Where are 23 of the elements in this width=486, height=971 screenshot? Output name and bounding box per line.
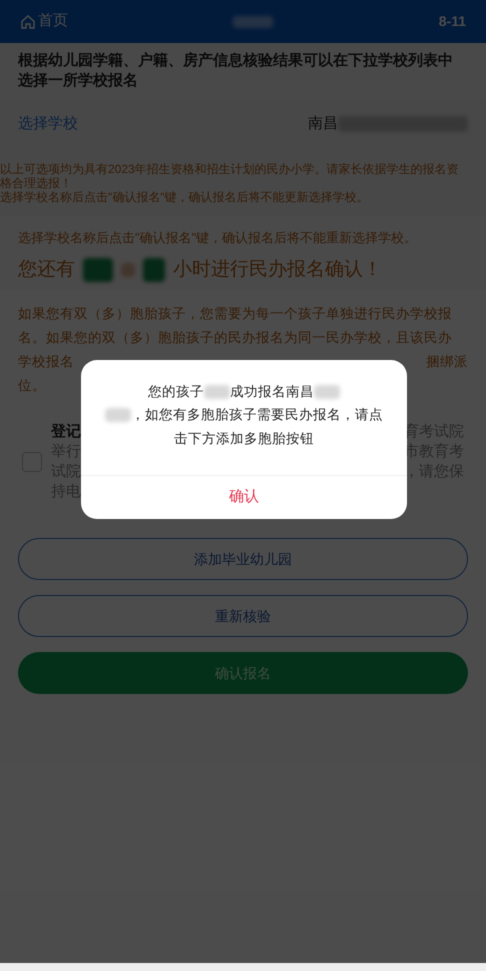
confirm-button[interactable]: 确认 [213, 482, 275, 512]
dialog-message: ，如您有多胞胎孩子需要民办报名，请点 [131, 406, 383, 424]
agreement-text: 登记 [51, 422, 81, 442]
redaction-blur [314, 385, 340, 400]
twins-notice-text: 如果您有双（多）胞胎孩子，您需要为每一个孩子单独进行民办学校报 [18, 304, 452, 323]
redaction-blur [204, 385, 230, 400]
dialog-message: 击下方添加多胞胎按钮 [174, 430, 314, 448]
countdown-text: 您还有 [18, 258, 75, 282]
intro-text: 根据幼儿园学籍、户籍、房产信息核验结果可以在下拉学校列表中选择一所学校报名 [18, 51, 454, 91]
selected-school: 南昌 [308, 114, 338, 134]
countdown-text: 小时进行民办报名确认！ [173, 258, 382, 282]
twins-notice-text: 名。如果您的双（多）胞胎孩子的民办报名为同一民办学校，且该民办 [18, 328, 452, 347]
dialog-message: 您的孩子 [148, 383, 204, 401]
notice-text: 选择学校名称后点击"确认报名"键，确认报名后将不能重新选择学校。 [18, 229, 418, 247]
notice-text: 以上可选项均为具有2023年招生资格和招生计划的民办小学。请家长依据学生的报名资格合理选报！ [0, 162, 460, 190]
dialog-message: 成功报名南昌 [230, 383, 314, 401]
twins-notice-text: 捆绑派 [426, 352, 468, 371]
twins-notice-text: 位。 [18, 376, 46, 395]
select-school-label: 选择学校 [18, 114, 78, 134]
redaction-blur [105, 408, 131, 422]
notice-text: 选择学校名称后点击"确认报名"键，确认报名后将不能更新选择学校。 [0, 190, 370, 204]
twins-notice-text: 学校报名 [18, 352, 74, 371]
header-number: 8-11 [438, 12, 466, 31]
